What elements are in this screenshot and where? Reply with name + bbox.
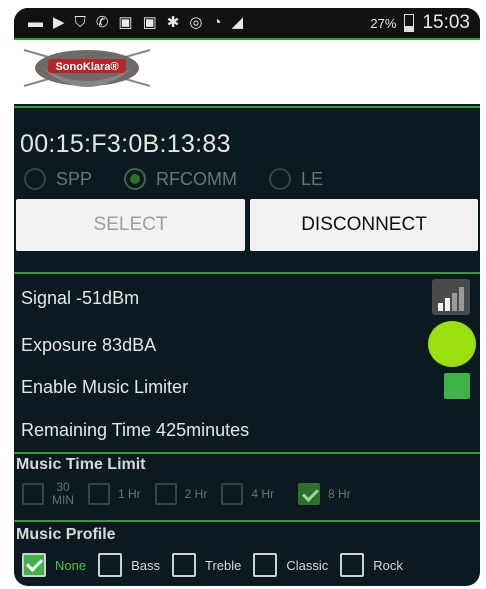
image-icon: ▣ — [118, 14, 133, 31]
checkbox — [22, 553, 46, 577]
option-label: Classic — [286, 557, 329, 573]
limiter-label: Enable Music Limiter — [21, 377, 189, 397]
shield-icon: ⛉ — [74, 14, 86, 31]
checkbox — [154, 483, 177, 505]
checkbox — [221, 483, 244, 505]
time-option-30min[interactable]: 30 MIN — [22, 481, 74, 507]
option-label: None — [55, 557, 87, 573]
divider — [14, 106, 480, 108]
checkbox — [298, 483, 321, 505]
cell-signal-icon: ◢ — [231, 14, 244, 31]
time-option-8hr[interactable]: 8 Hr — [298, 483, 351, 505]
divider — [14, 452, 480, 454]
clock: 15:03 — [422, 12, 470, 33]
profile-option-bass[interactable]: Bass — [98, 553, 160, 577]
wifi-icon: ◔ — [212, 14, 222, 31]
radio-label: RFCOMM — [156, 168, 238, 189]
exposure-indicator — [428, 321, 476, 367]
notification-icons: ▬ ▶ ⛉ ✆ ▣ ▣ ✱ ◎ ◔ ◢ — [28, 14, 243, 32]
option-label: Rock — [373, 557, 403, 573]
time-limit-options: 30 MIN 1 Hr 2 Hr 4 Hr 8 Hr — [22, 481, 365, 507]
option-label: 2 Hr — [184, 487, 208, 501]
time-option-2hr[interactable]: 2 Hr — [154, 483, 208, 505]
battery-icon — [404, 14, 415, 32]
option-label: 1 Hr — [118, 487, 141, 501]
bluetooth-icon: ✱ — [166, 14, 180, 31]
option-label: 8 Hr — [328, 487, 351, 501]
time-option-4hr[interactable]: 4 Hr — [221, 483, 274, 505]
keyboard-icon: ▬ — [28, 14, 43, 31]
status-bar: ▬ ▶ ⛉ ✆ ▣ ▣ ✱ ◎ ◔ ◢ 27% 15:03 — [14, 8, 480, 38]
checkbox — [98, 553, 123, 577]
profile-option-treble[interactable]: Treble — [171, 553, 242, 577]
logo-text: SonoKlara® — [55, 61, 118, 73]
checkbox — [340, 553, 365, 577]
profile-option-classic[interactable]: Classic — [253, 553, 328, 577]
play-icon: ▶ — [53, 14, 65, 31]
option-label: 30 MIN — [52, 480, 74, 507]
profile-options: None Bass Treble Classic Rock — [22, 553, 415, 577]
checkbox — [253, 553, 278, 577]
device-address: 00:15:F3:0B:13:83 — [20, 130, 231, 158]
profile-title: Music Profile — [16, 526, 116, 543]
time-limit-title: Music Time Limit — [16, 456, 146, 473]
protocol-radio-group: SPP RFCOMM LE — [24, 168, 355, 190]
radio-label: SPP — [56, 168, 93, 189]
phone-icon: ✆ — [95, 14, 109, 31]
app-header: SonoKlara® — [14, 40, 480, 104]
remaining-time-text: Remaining Time 425minutes — [21, 420, 250, 440]
wifi-hotspot-icon: ◎ — [189, 14, 203, 31]
checkbox — [88, 483, 110, 505]
select-button[interactable]: SELECT — [16, 199, 245, 251]
signal-strength-icon — [432, 279, 470, 315]
sonoklara-logo: SonoKlara® — [23, 49, 151, 87]
radio-le[interactable]: LE — [269, 168, 323, 190]
radio-label: LE — [301, 168, 324, 189]
divider — [14, 520, 480, 522]
checkbox — [171, 553, 196, 577]
radio-circle — [124, 168, 147, 190]
divider — [14, 272, 480, 274]
image-icon: ▣ — [142, 14, 157, 31]
option-label: 4 Hr — [251, 487, 275, 501]
profile-option-rock[interactable]: Rock — [340, 553, 403, 577]
checkbox — [22, 483, 44, 505]
phone-screen: ▬ ▶ ⛉ ✆ ▣ ▣ ✱ ◎ ◔ ◢ 27% 15:03 SonoKlara® — [14, 8, 480, 586]
signal-text: Signal -51dBm — [21, 288, 140, 308]
profile-option-none[interactable]: None — [22, 553, 86, 577]
option-label: Treble — [204, 557, 242, 573]
time-option-1hr[interactable]: 1 Hr — [88, 483, 141, 505]
battery-percent: 27% — [370, 15, 397, 31]
radio-circle — [24, 168, 46, 190]
radio-rfcomm[interactable]: RFCOMM — [124, 168, 237, 190]
option-label: Bass — [131, 557, 160, 573]
radio-spp[interactable]: SPP — [24, 168, 92, 190]
exposure-text: Exposure 83dBA — [21, 335, 157, 355]
limiter-checkbox[interactable] — [444, 373, 470, 399]
radio-circle — [269, 168, 292, 190]
disconnect-button[interactable]: DISCONNECT — [250, 199, 478, 251]
